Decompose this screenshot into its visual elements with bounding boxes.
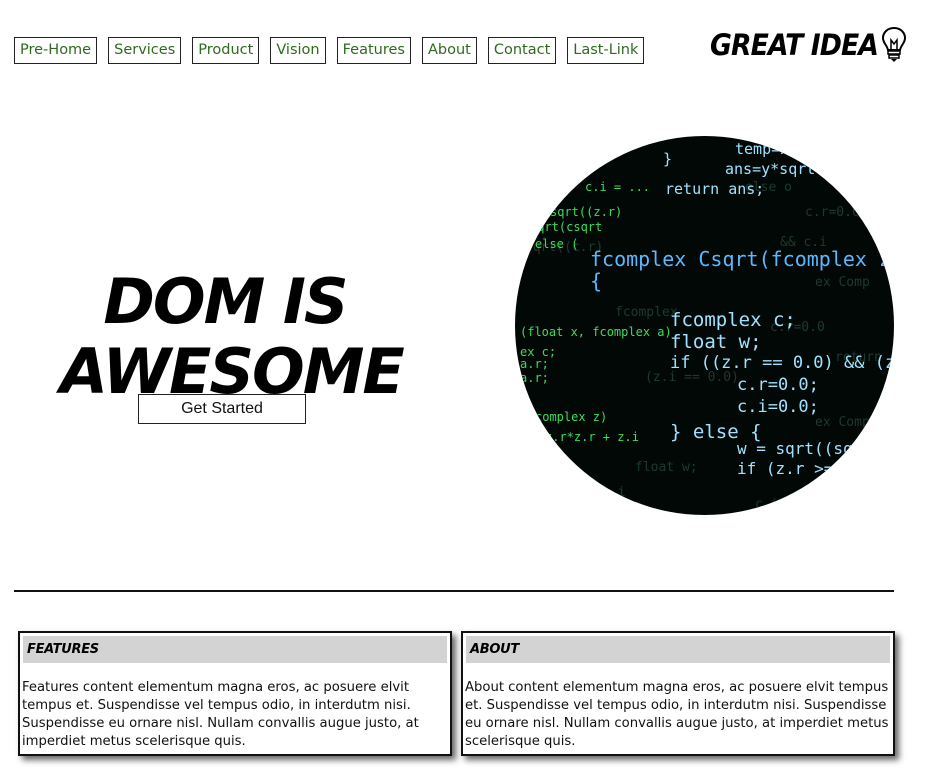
svg-text:float w;: float w; [670,331,762,353]
svg-text:c.i = 0.0: c.i = 0.0 [755,497,825,512]
svg-text:{: { [590,269,602,293]
svg-text:w = sqrt((sqrt(z.r: w = sqrt((sqrt(z.r [737,439,894,458]
svg-text:c.r=0.0;: c.r=0.0; [737,375,819,395]
svg-text:sqrt(csqrt: sqrt(csqrt [530,220,602,234]
features-card: FEATURES Features content elementum magn… [18,631,452,756]
nav-link-product[interactable]: Product [192,37,260,64]
svg-text:fcomplex c;: fcomplex c; [670,309,796,331]
code-screen-image: else o c.r=0.0 sqrt((c.r) && c.i ex Comp… [515,136,894,515]
svg-text:fcomplex Csqrt(fcomplex z): fcomplex Csqrt(fcomplex z) [590,247,894,271]
nav-link-vision[interactable]: Vision [270,37,326,64]
nav-link-features[interactable]: Features [336,37,411,64]
logo-text: GREAT IDEA [710,28,879,62]
svg-text:c.i = ...: c.i = ... [585,180,650,194]
features-card-body: Features content elementum magna eros, a… [22,680,419,749]
hero-title: DOM IS AWESOME [60,264,405,408]
svg-text:ans=y*sqrt(1.0+temp: ans=y*sqrt(1.0+temp [725,160,894,178]
svg-text:c.r=0.0: c.r=0.0 [805,205,860,220]
svg-text:(float x, fcomplex a): (float x, fcomplex a) [520,325,672,339]
section-divider [14,590,894,592]
svg-text:z.r*z.r + z.i: z.r*z.r + z.i [545,430,639,444]
svg-text:ex Comp: ex Comp [815,275,870,290]
svg-text:return ans;: return ans; [665,180,764,198]
svg-text:c.r = c.i: c.r = c.i [555,485,625,500]
svg-text:a.r;: a.r; [520,371,549,385]
about-card: ABOUT About content elementum magna eros… [461,631,895,756]
svg-text:if (z.r >= 0.0) {: if (z.r >= 0.0) { [737,459,894,478]
svg-text:}: } [663,150,672,168]
svg-text:sqrt((z.r): sqrt((z.r) [550,205,622,219]
svg-text:else (: else ( [535,237,578,251]
svg-text:if ((z.r == 0.0) && (z.i == 0.: if ((z.r == 0.0) && (z.i == 0.0)) { [670,353,894,373]
svg-text:float w;: float w; [635,460,698,475]
svg-text:c.i=0.0;: c.i=0.0; [737,397,819,417]
nav-link-contact[interactable]: Contact [487,37,557,64]
svg-text:complex z): complex z) [535,410,607,424]
nav-link-about[interactable]: About [421,37,477,64]
svg-text:temp=x/y;: temp=x/y; [735,140,816,158]
get-started-button[interactable]: Get Started [138,394,306,424]
nav-link-pre-home[interactable]: Pre-Home [14,37,98,64]
features-card-title: FEATURES [23,636,447,663]
svg-text:fcomplex: fcomplex [615,305,678,320]
nav-link-services[interactable]: Services [108,37,182,64]
svg-text:a.r;: a.r; [520,357,549,371]
site-logo[interactable]: GREAT IDEA [710,26,907,64]
main-nav: Pre-Home Services Product Vision Feature… [14,37,645,64]
svg-text:ex Comp: ex Comp [815,415,870,430]
lightbulb-icon [881,26,906,62]
nav-link-last-link[interactable]: Last-Link [567,37,645,64]
about-card-title: ABOUT [466,636,890,663]
about-card-body: About content elementum magna eros, ac p… [465,680,889,749]
